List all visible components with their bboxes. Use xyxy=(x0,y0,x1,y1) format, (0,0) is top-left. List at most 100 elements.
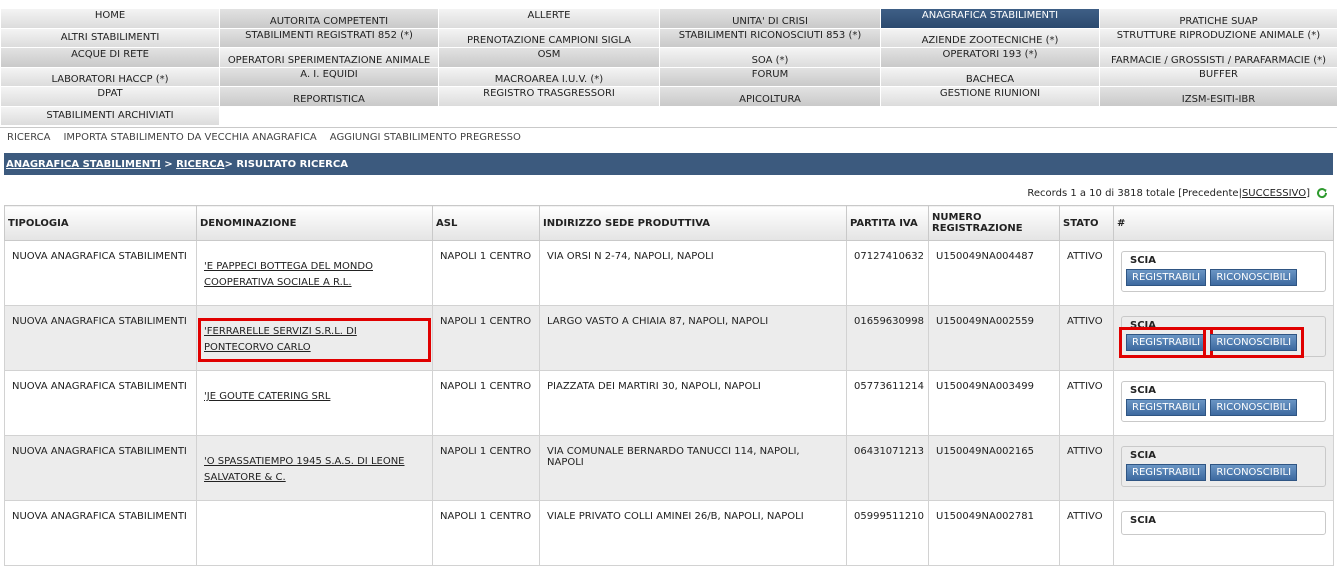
menu-item-apicoltura[interactable]: APICOLTURA xyxy=(659,86,880,106)
breadcrumb-anagrafica-link[interactable]: ANAGRAFICA STABILIMENTI xyxy=(6,159,161,170)
table-row: NUOVA ANAGRAFICA STABILIMENTI NAPOLI 1 C… xyxy=(4,500,1334,566)
cell-stato: ATTIVO xyxy=(1059,435,1114,501)
scia-box: SCIA REGISTRABILI RICONOSCIBILI xyxy=(1118,316,1326,358)
menu-item-operatori-193[interactable]: OPERATORI 193 (*) xyxy=(880,47,1099,67)
scia-label: SCIA xyxy=(1130,450,1157,461)
cell-numero-registrazione: U150049NA002781 xyxy=(928,500,1060,566)
subnav-ricerca-link[interactable]: RICERCA xyxy=(7,132,50,143)
cell-partita-iva: 07127410632 xyxy=(846,240,929,306)
cell-denominazione: 'E PAPPECI BOTTEGA DEL MONDO COOPERATIVA… xyxy=(196,240,433,306)
table-header-row: TIPOLOGIA DENOMINAZIONE ASL INDIRIZZO SE… xyxy=(4,205,1334,241)
menu-item-stabilimenti-archiviati[interactable]: STABILIMENTI ARCHIVIATI xyxy=(0,105,219,125)
menu-item-strutture-riproduzione-animale[interactable]: STRUTTURE RIPRODUZIONE ANIMALE (*) xyxy=(1099,27,1337,47)
menu-item-a-i-equidi[interactable]: A. I. EQUIDI xyxy=(219,66,438,86)
table-row: NUOVA ANAGRAFICA STABILIMENTI 'JE GOUTE … xyxy=(4,370,1334,436)
records-close-bracket: ] xyxy=(1306,187,1310,199)
riconoscibili-button[interactable]: RICONOSCIBILI xyxy=(1203,327,1305,358)
cell-tipologia: NUOVA ANAGRAFICA STABILIMENTI xyxy=(4,305,197,371)
menu-item-allerte[interactable]: ALLERTE xyxy=(438,8,659,28)
cell-actions: SCIA xyxy=(1113,500,1334,566)
registrabili-button[interactable]: REGISTRABILI xyxy=(1118,327,1214,358)
cell-asl: NAPOLI 1 CENTRO xyxy=(432,305,540,371)
main-menu: HOME AUTORITA COMPETENTI ALLERTE UNITA' DI … xyxy=(0,8,1337,125)
menu-item-pratiche-suap[interactable]: PRATICHE SUAP xyxy=(1099,8,1337,28)
menu-item-bacheca[interactable]: BACHECA xyxy=(880,66,1099,86)
records-summary: Records 1 a 10 di 3818 totale [Precedent… xyxy=(1027,187,1242,199)
subnav-aggiungi-link[interactable]: AGGIUNGI STABILIMENTO PREGRESSO xyxy=(330,132,521,143)
menu-item-dpat[interactable]: DPAT xyxy=(0,86,219,106)
cell-actions: SCIA REGISTRABILI RICONOSCIBILI xyxy=(1113,370,1334,436)
denominazione-link[interactable]: 'O SPASSATIEMPO 1945 S.A.S. DI LEONE SAL… xyxy=(204,454,425,486)
menu-item-stabilimenti-riconosciuti-853[interactable]: STABILIMENTI RICONOSCIUTI 853 (*) xyxy=(659,27,880,47)
registrabili-button[interactable]: REGISTRABILI xyxy=(1126,464,1207,481)
registrabili-button[interactable]: REGISTRABILI xyxy=(1126,399,1207,416)
menu-item-altri-stabilimenti[interactable]: ALTRI STABILIMENTI xyxy=(0,27,219,47)
scia-label: SCIA xyxy=(1130,255,1157,266)
menu-item-acque-di-rete[interactable]: ACQUE DI RETE xyxy=(0,47,219,67)
cell-denominazione: 'O SPASSATIEMPO 1945 S.A.S. DI LEONE SAL… xyxy=(196,435,433,501)
cell-denominazione: 'JE GOUTE CATERING SRL xyxy=(196,370,433,436)
menu-item-anagrafica-stabilimenti[interactable]: ANAGRAFICA STABILIMENTI xyxy=(880,8,1099,28)
cell-actions: SCIA REGISTRABILI RICONOSCIBILI xyxy=(1113,435,1334,501)
header-partita-iva: PARTITA IVA xyxy=(846,205,929,241)
cell-partita-iva: 05773611214 xyxy=(846,370,929,436)
cell-indirizzo: VIA COMUNALE BERNARDO TANUCCI 114, NAPOL… xyxy=(539,435,847,501)
denominazione-link[interactable]: 'FERRARELLE SERVIZI S.R.L. DI PONTECORVO… xyxy=(198,318,431,362)
menu-item-osm[interactable]: OSM xyxy=(438,47,659,67)
cell-numero-registrazione: U150049NA002165 xyxy=(928,435,1060,501)
cell-numero-registrazione: U150049NA003499 xyxy=(928,370,1060,436)
header-stato: STATO xyxy=(1059,205,1114,241)
cell-indirizzo: PIAZZATA DEI MARTIRI 30, NAPOLI, NAPOLI xyxy=(539,370,847,436)
menu-item-unita-di-crisi[interactable]: UNITA' DI CRISI xyxy=(659,8,880,28)
cell-numero-registrazione: U150049NA004487 xyxy=(928,240,1060,306)
registrabili-button[interactable]: REGISTRABILI xyxy=(1126,269,1207,286)
riconoscibili-button[interactable]: RICONOSCIBILI xyxy=(1210,464,1298,481)
menu-item-buffer[interactable]: BUFFER xyxy=(1099,66,1337,86)
menu-item-forum[interactable]: FORUM xyxy=(659,66,880,86)
menu-item-stabilimenti-registrati-852[interactable]: STABILIMENTI REGISTRATI 852 (*) xyxy=(219,27,438,47)
subnav-importa-link[interactable]: IMPORTA STABILIMENTO DA VECCHIA ANAGRAFI… xyxy=(63,132,316,143)
denominazione-link[interactable]: 'JE GOUTE CATERING SRL xyxy=(204,389,330,405)
menu-item-laboratori-haccp[interactable]: LABORATORI HACCP (*) xyxy=(0,66,219,86)
cell-denominazione xyxy=(196,500,433,566)
cell-denominazione: 'FERRARELLE SERVIZI S.R.L. DI PONTECORVO… xyxy=(196,305,433,371)
menu-item-home[interactable]: HOME xyxy=(0,8,219,28)
scia-label: SCIA xyxy=(1130,320,1157,331)
cell-partita-iva: 05999511210 xyxy=(846,500,929,566)
scia-label: SCIA xyxy=(1130,515,1157,526)
menu-item-soa[interactable]: SOA (*) xyxy=(659,47,880,67)
menu-item-registro-trasgressori[interactable]: REGISTRO TRASGRESSORI xyxy=(438,86,659,106)
cell-asl: NAPOLI 1 CENTRO xyxy=(432,370,540,436)
cell-stato: ATTIVO xyxy=(1059,500,1114,566)
header-tipologia: TIPOLOGIA xyxy=(4,205,197,241)
refresh-icon[interactable] xyxy=(1316,187,1328,199)
menu-item-prenotazione-campioni-sigla[interactable]: PRENOTAZIONE CAMPIONI SIGLA xyxy=(438,27,659,47)
cell-asl: NAPOLI 1 CENTRO xyxy=(432,240,540,306)
next-page-link[interactable]: SUCCESSIVO xyxy=(1242,188,1306,199)
menu-item-aziende-zootecniche[interactable]: AZIENDE ZOOTECNICHE (*) xyxy=(880,27,1099,47)
table-row: NUOVA ANAGRAFICA STABILIMENTI 'FERRARELL… xyxy=(4,305,1334,371)
cell-partita-iva: 06431071213 xyxy=(846,435,929,501)
cell-indirizzo: VIA ORSI N 2-74, NAPOLI, NAPOLI xyxy=(539,240,847,306)
cell-asl: NAPOLI 1 CENTRO xyxy=(432,500,540,566)
menu-item-macroarea-i-u-v[interactable]: MACROAREA I.U.V. (*) xyxy=(438,66,659,86)
breadcrumb-current: > RISULTATO RICERCA xyxy=(224,158,348,170)
cell-tipologia: NUOVA ANAGRAFICA STABILIMENTI xyxy=(4,370,197,436)
menu-item-izsm-esiti-ibr[interactable]: IZSM-ESITI-IBR xyxy=(1099,86,1337,106)
breadcrumb-ricerca-link[interactable]: RICERCA xyxy=(176,159,224,170)
menu-item-operatori-sperimentazione-animale[interactable]: OPERATORI SPERIMENTAZIONE ANIMALE xyxy=(219,47,438,67)
header-actions: # xyxy=(1113,205,1334,241)
menu-item-autorita-competenti[interactable]: AUTORITA COMPETENTI xyxy=(219,8,438,28)
cell-stato: ATTIVO xyxy=(1059,305,1114,371)
cell-indirizzo: LARGO VASTO A CHIAIA 87, NAPOLI, NAPOLI xyxy=(539,305,847,371)
menu-item-gestione-riunioni[interactable]: GESTIONE RIUNIONI xyxy=(880,86,1099,106)
menu-item-farmacie-grossisti-parafarmacie[interactable]: FARMACIE / GROSSISTI / PARAFARMACIE (*) xyxy=(1099,47,1337,67)
cell-stato: ATTIVO xyxy=(1059,370,1114,436)
riconoscibili-button[interactable]: RICONOSCIBILI xyxy=(1210,269,1298,286)
results-table: TIPOLOGIA DENOMINAZIONE ASL INDIRIZZO SE… xyxy=(4,205,1334,566)
header-asl: ASL xyxy=(432,205,540,241)
riconoscibili-button[interactable]: RICONOSCIBILI xyxy=(1210,399,1298,416)
denominazione-link[interactable]: 'E PAPPECI BOTTEGA DEL MONDO COOPERATIVA… xyxy=(204,259,425,291)
menu-item-reportistica[interactable]: REPORTISTICA xyxy=(219,86,438,106)
scia-box: SCIA REGISTRABILI RICONOSCIBILI xyxy=(1121,251,1326,292)
